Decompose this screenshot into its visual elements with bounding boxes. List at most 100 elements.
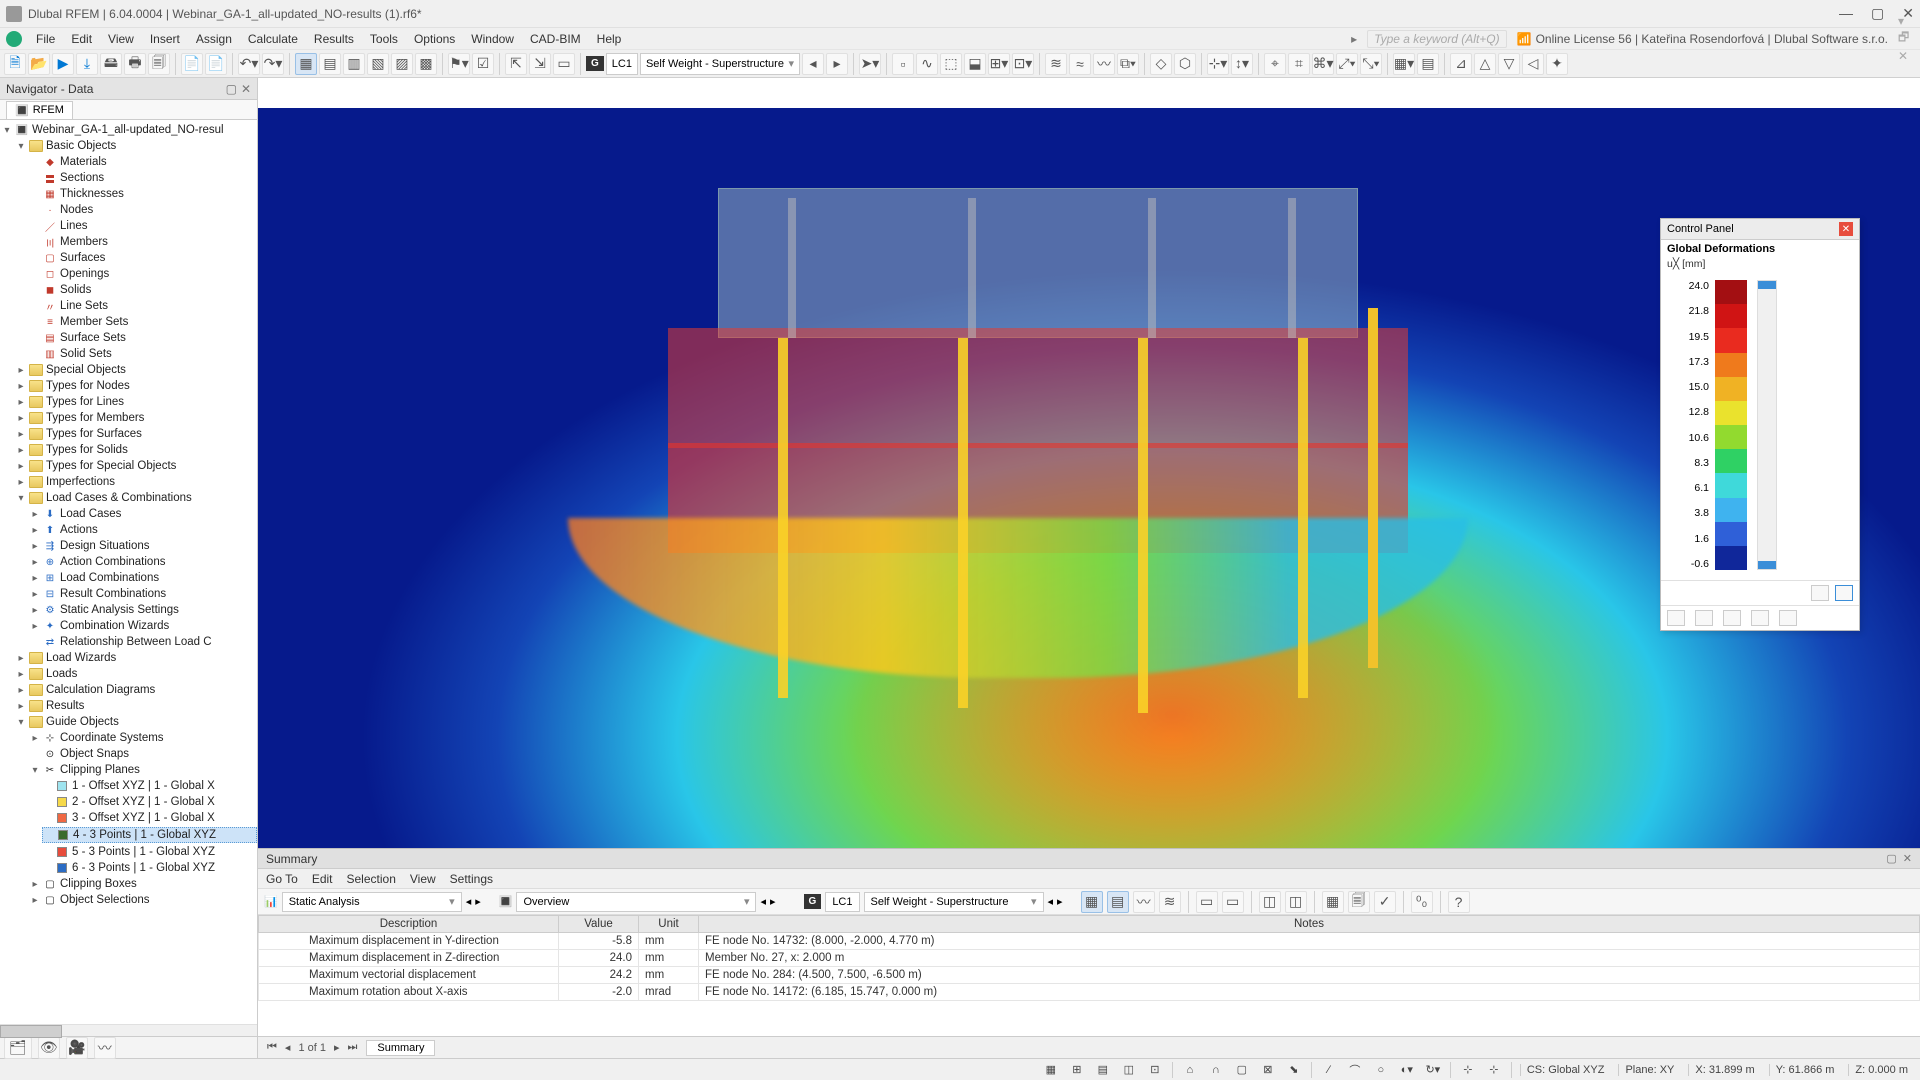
view5-icon[interactable]: ▨	[391, 53, 413, 75]
sb4-icon[interactable]: ◫	[1120, 1062, 1138, 1078]
doc-icon[interactable]: 📄	[181, 53, 203, 75]
tree-item[interactable]: ▸✦Combination Wizards	[28, 619, 257, 633]
menu-assign[interactable]: Assign	[188, 29, 240, 49]
res9-icon[interactable]: 〰	[1093, 53, 1115, 75]
table-row[interactable]: Maximum displacement in Y-direction-5.8m…	[259, 933, 1920, 950]
t2-icon[interactable]: △	[1474, 53, 1496, 75]
res4-icon[interactable]: ⬓	[964, 53, 986, 75]
menu-tools[interactable]: Tools	[362, 29, 406, 49]
tree-item[interactable]: ▸⇶Design Situations	[28, 539, 257, 553]
mdi-restore-icon[interactable]: ▾ 🗗 ✕	[1898, 14, 1910, 63]
menu-help[interactable]: Help	[589, 29, 630, 49]
menu-file[interactable]: File	[28, 29, 63, 49]
sb17-icon[interactable]: ⊹	[1485, 1062, 1503, 1078]
nav-f2-icon[interactable]: 👁	[38, 1037, 60, 1059]
tree-item[interactable]: ▸Results	[14, 699, 257, 713]
res8-icon[interactable]: ≈	[1069, 53, 1091, 75]
close-panel-icon[interactable]: ✕	[1839, 222, 1853, 236]
menu-window[interactable]: Window	[463, 29, 522, 49]
snext-icon[interactable]: ▸	[475, 895, 481, 908]
stb7-icon[interactable]: ◫	[1259, 891, 1281, 913]
sb2-icon[interactable]: ⊞	[1068, 1062, 1086, 1078]
sprev-icon[interactable]: ◂	[466, 895, 472, 908]
slnext-icon[interactable]: ▸	[1057, 895, 1063, 908]
res10-icon[interactable]: ⧉▾	[1117, 53, 1139, 75]
stb3-icon[interactable]: 〰	[1133, 891, 1155, 913]
stb9-icon[interactable]: ▦	[1322, 891, 1344, 913]
dim-icon[interactable]: ⇱	[505, 53, 527, 75]
tree-item[interactable]: ▸⬇Load Cases	[28, 507, 257, 521]
view1-icon[interactable]: ▦	[295, 53, 317, 75]
table-row[interactable]: Maximum vectorial displacement24.2mmFE n…	[259, 967, 1920, 984]
overview-dropdown[interactable]: Overview▾	[516, 892, 756, 912]
panel-reset-icon[interactable]	[1811, 585, 1829, 601]
res7-icon[interactable]: ≋	[1045, 53, 1067, 75]
sb12-icon[interactable]: ⌒	[1346, 1062, 1364, 1078]
saveas-icon[interactable]: ⤓	[76, 53, 98, 75]
s-lc-tag[interactable]: LC1	[825, 892, 859, 912]
nav-prev-icon[interactable]: ◂	[802, 53, 824, 75]
oprev-icon[interactable]: ◂	[760, 895, 766, 908]
view4-icon[interactable]: ▧	[367, 53, 389, 75]
tree-item[interactable]: ▾✂Clipping Planes	[28, 763, 257, 777]
tree-item[interactable]: ⇄Relationship Between Load C	[28, 635, 257, 649]
stb1-icon[interactable]: ▦	[1081, 891, 1103, 913]
t4-icon[interactable]: ◁	[1522, 53, 1544, 75]
tree-item[interactable]: 4 - 3 Points | 1 - Global XYZ	[42, 827, 257, 843]
nav-next-icon[interactable]: ▸	[826, 53, 848, 75]
table-row[interactable]: Maximum displacement in Z-direction24.0m…	[259, 950, 1920, 967]
open-icon[interactable]: 📂	[28, 53, 50, 75]
3d-viewport[interactable]: Control Panel✕ Global Deformations u╳ [m…	[258, 78, 1920, 848]
lc-name-dropdown[interactable]: Self Weight - Superstructure▾	[640, 53, 800, 75]
stb2-icon[interactable]: ▤	[1107, 891, 1129, 913]
tree-item[interactable]: ▸Calculation Diagrams	[14, 683, 257, 697]
undo-icon[interactable]: ↶▾	[238, 53, 260, 75]
sel1-icon[interactable]: ◇	[1150, 53, 1172, 75]
tree-item[interactable]: ▸Loads	[14, 667, 257, 681]
summary-menu-selection[interactable]: Selection	[347, 872, 396, 886]
page-nav[interactable]: ⏮◂1 of 1▸⏭	[264, 1041, 360, 1054]
tree-item[interactable]: 2 - Offset XYZ | 1 - Global X	[42, 795, 257, 809]
axes-icon[interactable]: ⊹▾	[1207, 53, 1229, 75]
panel-b4-icon[interactable]	[1751, 610, 1769, 626]
tree-item[interactable]: ▸Types for Members	[14, 411, 257, 425]
menu-view[interactable]: View	[100, 29, 142, 49]
slprev-icon[interactable]: ◂	[1048, 895, 1054, 908]
view2-icon[interactable]: ▤	[319, 53, 341, 75]
tree-item[interactable]: ▾Basic Objects	[14, 139, 257, 153]
stb11-icon[interactable]: ✓	[1374, 891, 1396, 913]
panel-b3-icon[interactable]	[1723, 610, 1741, 626]
tree-item[interactable]: ▾Load Cases & Combinations	[14, 491, 257, 505]
panel-b2-icon[interactable]	[1695, 610, 1713, 626]
summary-tab-chip[interactable]: Summary	[366, 1040, 435, 1056]
tree-item[interactable]: ▸Imperfections	[14, 475, 257, 489]
onext-icon[interactable]: ▸	[770, 895, 776, 908]
tree-item[interactable]: ◼Solids	[28, 283, 257, 297]
res1-icon[interactable]: ▫	[892, 53, 914, 75]
tree-item[interactable]: ▾Guide Objects	[14, 715, 257, 729]
stb12-icon[interactable]: ⁰₀	[1411, 891, 1433, 913]
sb11-icon[interactable]: ∕	[1320, 1062, 1338, 1078]
tree-item[interactable]: 〣Members	[28, 235, 257, 249]
nav-f3-icon[interactable]: 🎥	[66, 1037, 88, 1059]
stb4-icon[interactable]: ≋	[1159, 891, 1181, 913]
m4-icon[interactable]: ⤢▾	[1336, 53, 1358, 75]
dim2-icon[interactable]: ⇲	[529, 53, 551, 75]
flag-icon[interactable]: ⚑▾	[448, 53, 470, 75]
sb14-icon[interactable]: ◐▾	[1398, 1062, 1416, 1078]
l2-icon[interactable]: ▤	[1417, 53, 1439, 75]
m5-icon[interactable]: ⤡▾	[1360, 53, 1382, 75]
dir-icon[interactable]: ↕▾	[1231, 53, 1253, 75]
tree-item[interactable]: ▸⊹Coordinate Systems	[28, 731, 257, 745]
tree-item[interactable]: ／Lines	[28, 219, 257, 233]
tree-item[interactable]: ▦Thicknesses	[28, 187, 257, 201]
res5-icon[interactable]: ⊞▾	[988, 53, 1010, 75]
globe-icon[interactable]	[6, 31, 22, 47]
lc-tag[interactable]: LC1	[606, 53, 638, 75]
sel2-icon[interactable]: ⬡	[1174, 53, 1196, 75]
tree-item[interactable]: ◻Openings	[28, 267, 257, 281]
nav-hscroll[interactable]	[0, 1024, 257, 1036]
summary-menu-go-to[interactable]: Go To	[266, 872, 298, 886]
tree-item[interactable]: ▥Solid Sets	[28, 347, 257, 361]
stb5-icon[interactable]: ▭	[1196, 891, 1218, 913]
